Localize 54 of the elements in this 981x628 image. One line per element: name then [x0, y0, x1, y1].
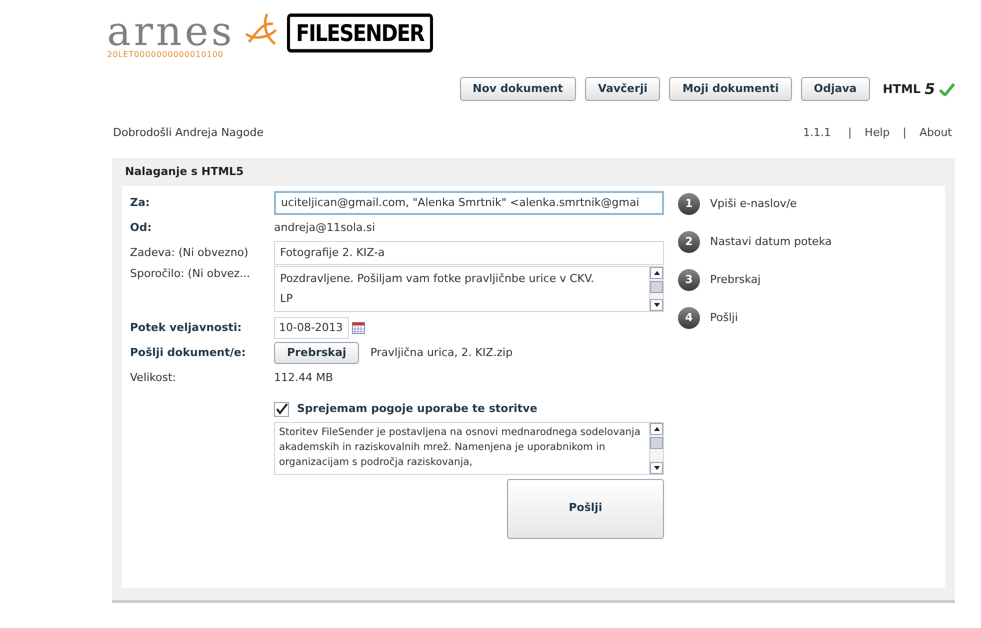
field-label: Pošlji dokument/e: [130, 344, 247, 361]
field-label: Za: [130, 194, 151, 211]
scroll-down-icon[interactable] [654, 303, 660, 307]
field-value: 112.44 MB [274, 370, 334, 386]
message-field[interactable]: Pozdravljene. Pošiljam vam fotke pravljičnbe urice v CKV. LP [274, 266, 664, 312]
product-logo: FILESENDER [286, 13, 433, 53]
logo-tagline: 20LET0000000000010100 [107, 50, 225, 60]
text-field[interactable]: uciteljican@gmail.com, "Alenka Smrtnik" <alenka.smrtnik@gmai [274, 191, 664, 215]
step-number: 2 [678, 231, 700, 253]
nav-button[interactable]: Moji dokumenti [669, 77, 792, 101]
step-number: 3 [678, 269, 700, 291]
html5-label: HTML [882, 81, 921, 98]
date-field[interactable]: 10-08-2013 [274, 317, 349, 339]
step-number: 4 [678, 307, 700, 329]
step-label: Vpiši e-naslov/e [710, 196, 797, 212]
step-label: Pošlji [710, 310, 738, 326]
file-name: Pravljična urica, 2. KIZ.zip [370, 344, 513, 361]
html5-mark: 5 [924, 78, 935, 100]
field-label: Potek veljavnosti: [130, 320, 243, 336]
scroll-up-icon[interactable] [654, 426, 660, 430]
send-button[interactable]: Pošlji [507, 478, 664, 538]
browse-button[interactable]: Prebrskaj [274, 342, 360, 364]
field-value: andreja@11sola.si [274, 220, 376, 236]
step-label: Nastavi datum poteka [710, 234, 832, 250]
nav-button[interactable]: Nov dokument [460, 77, 576, 101]
scroll-up-icon[interactable] [654, 271, 660, 275]
scrollbar[interactable] [649, 267, 663, 311]
panel-title: Nalaganje s HTML5 [124, 164, 245, 180]
terms-checkbox[interactable] [274, 402, 289, 417]
step-label: Prebrskaj [710, 272, 761, 288]
separator: | [846, 125, 853, 141]
calendar-icon[interactable] [352, 322, 365, 334]
scroll-down-icon[interactable] [654, 466, 660, 470]
field-label: Sporočilo: (Ni obvez... [130, 266, 252, 282]
message-line: Pozdravljene. Pošiljam vam fotke pravljičnbe urice v CKV. [280, 271, 596, 287]
nav-link[interactable]: About [919, 125, 952, 142]
version-text: 1.1.1 [802, 125, 832, 141]
scrollbar[interactable] [649, 422, 663, 474]
step-number: 1 [678, 193, 700, 215]
terms-text-area[interactable]: Storitev FileSender je postavljena na osnovi mednarodnega sodelovanja akademskih in raziskovalnih mrež. Namenjena je uporabnikom in organizacijam s področja raziskovanja, [274, 422, 664, 474]
terms-text: Storitev FileSender je postavljena na osnovi mednarodnega sodelovanja akademskih in raziskovalnih mrež. Namenjena je uporabnikom in organizacijam s področja raziskovanja, [278, 426, 642, 470]
nav-button[interactable]: Vavčerji [585, 77, 660, 101]
terms-label: Sprejemam pogoje uporabe te storitve [297, 401, 538, 417]
logo-wordmark: arnes [107, 14, 235, 50]
text-field[interactable]: Fotografije 2. KIZ-a [274, 241, 664, 265]
nav-link[interactable]: Help [864, 125, 890, 142]
check-icon [939, 82, 955, 96]
nav-button[interactable]: Odjava [800, 77, 870, 101]
message-line: LP [280, 290, 294, 306]
separator: | [902, 125, 908, 141]
field-label: Zadeva: (Ni obvezno) [130, 244, 250, 261]
field-label: Velikost: [130, 370, 178, 386]
welcome-text: Dobrodošli Andreja Nagode [113, 125, 264, 141]
field-label: Od: [130, 220, 153, 236]
